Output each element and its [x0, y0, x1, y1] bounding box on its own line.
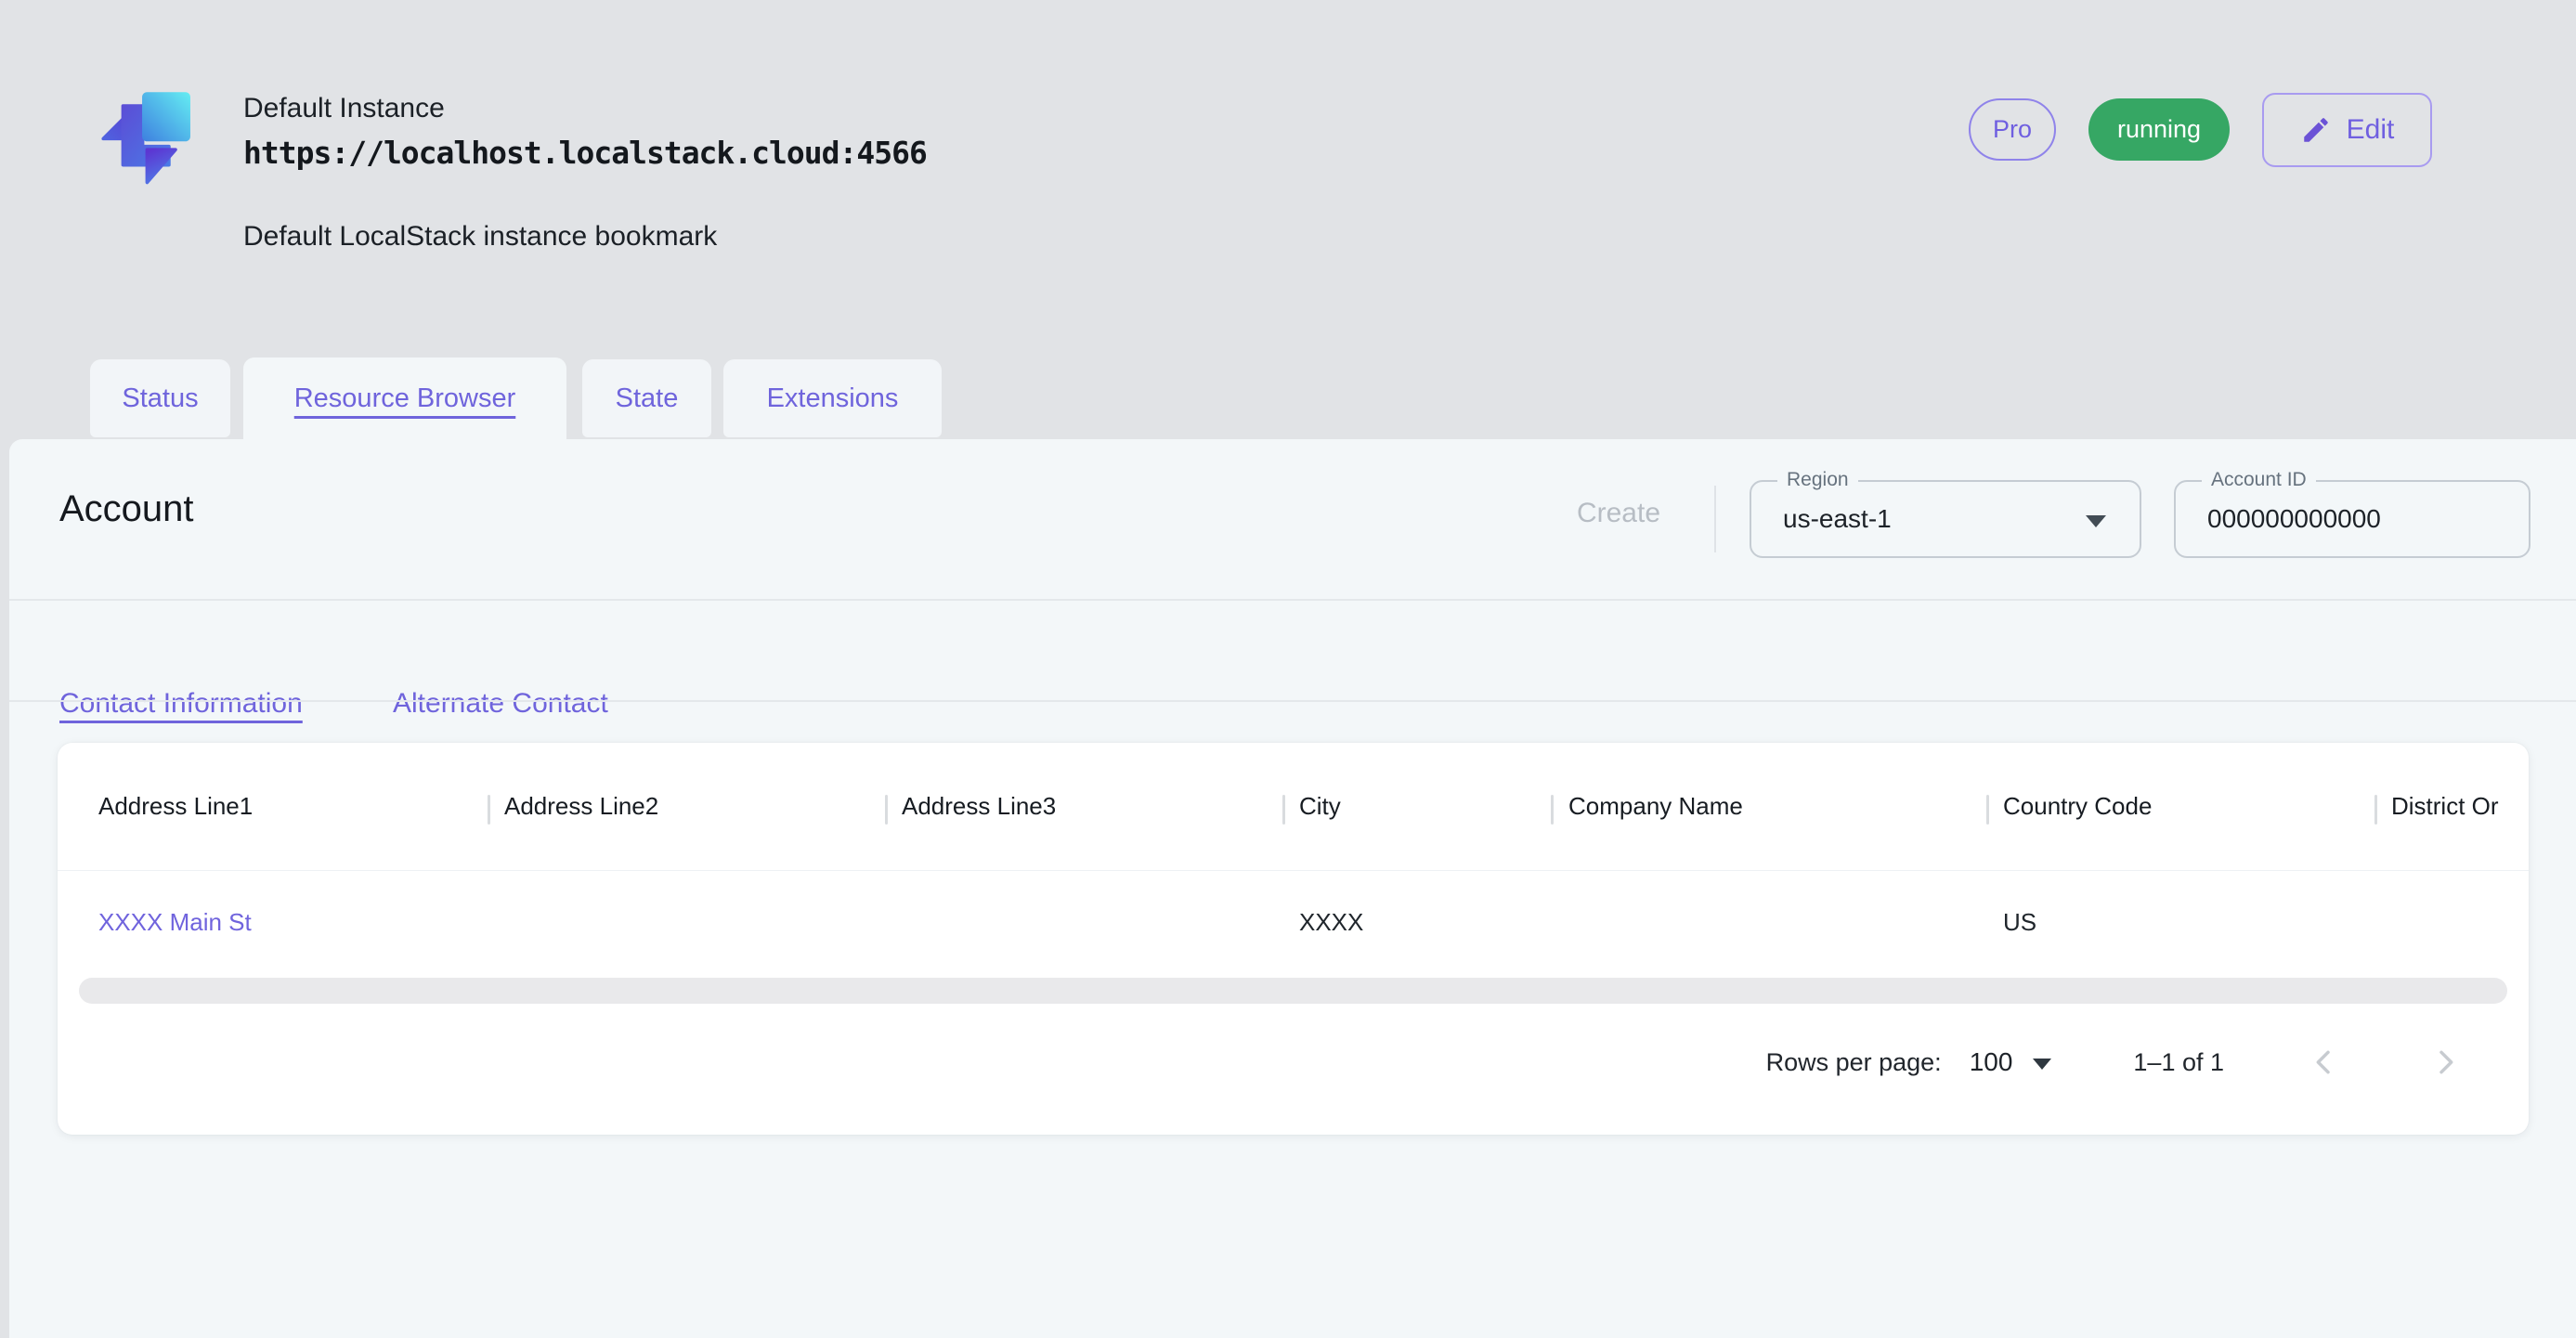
tab-extensions-label: Extensions — [767, 383, 899, 414]
column-separator — [1282, 795, 1285, 825]
next-page-button[interactable] — [2425, 1042, 2465, 1083]
column-header-company-name[interactable]: Company Name — [1568, 743, 1743, 870]
column-header-address-line1[interactable]: Address Line1 — [98, 743, 253, 870]
pagination-bar: Rows per page: 100 1–1 of 1 — [1766, 1036, 2465, 1088]
region-select[interactable]: Region us-east-1 — [1750, 480, 2141, 558]
subtab-alternate-contact[interactable]: Alternate Contact — [393, 688, 608, 720]
column-header-district[interactable]: District Or — [2391, 743, 2499, 870]
page-title: Account — [59, 488, 194, 530]
column-separator — [1551, 795, 1554, 825]
account-id-value: 000000000000 — [2207, 482, 2381, 556]
instance-title: Default Instance — [243, 93, 445, 124]
cell-country-code: US — [2003, 870, 2036, 974]
tab-state[interactable]: State — [582, 359, 711, 437]
column-header-city[interactable]: City — [1299, 743, 1341, 870]
toolbar-divider — [1714, 486, 1716, 552]
tab-resource-browser[interactable]: Resource Browser — [243, 357, 566, 440]
grid-header-row: Address Line1 Address Line2 Address Line… — [58, 743, 2529, 871]
status-badge: running — [2088, 98, 2230, 161]
tab-resource-browser-label: Resource Browser — [294, 383, 516, 414]
resource-browser-panel: Account Create Region us-east-1 Account … — [9, 439, 2576, 1338]
column-separator — [488, 795, 490, 825]
column-separator — [885, 795, 888, 825]
account-id-field[interactable]: Account ID 000000000000 — [2174, 480, 2530, 558]
instance-url: https://localhost.localstack.cloud:4566 — [243, 135, 927, 171]
edit-button[interactable]: Edit — [2262, 93, 2432, 167]
pencil-icon — [2300, 114, 2332, 146]
data-grid-card: Address Line1 Address Line2 Address Line… — [58, 743, 2529, 1135]
subtab-contact-information-label: Contact Information — [59, 688, 303, 719]
column-header-country-code[interactable]: Country Code — [2003, 743, 2152, 870]
cell-address-line1-link[interactable]: XXXX Main St — [98, 870, 252, 974]
column-header-address-line2[interactable]: Address Line2 — [504, 743, 658, 870]
horizontal-scrollbar[interactable] — [79, 978, 2507, 1004]
column-separator — [2374, 795, 2377, 825]
subtab-divider — [9, 700, 2576, 702]
edit-button-label: Edit — [2347, 114, 2395, 146]
chevron-down-icon — [2086, 515, 2106, 527]
previous-page-button[interactable] — [2304, 1042, 2345, 1083]
pagination-range: 1–1 of 1 — [2133, 1048, 2224, 1077]
pro-badge: Pro — [1969, 98, 2056, 161]
subtab-contact-information[interactable]: Contact Information — [59, 688, 303, 720]
tab-state-label: State — [616, 383, 679, 414]
instance-subtitle: Default LocalStack instance bookmark — [243, 221, 717, 253]
pro-badge-label: Pro — [1993, 115, 2032, 144]
rows-per-page-label: Rows per page: — [1766, 1048, 1942, 1077]
rows-per-page-value: 100 — [1970, 1047, 2013, 1077]
column-separator — [1986, 795, 1989, 825]
column-header-address-line3[interactable]: Address Line3 — [902, 743, 1056, 870]
tab-status-label: Status — [122, 383, 198, 414]
section-divider — [9, 599, 2576, 601]
localstack-logo — [90, 82, 200, 191]
tab-status[interactable]: Status — [90, 359, 230, 437]
rows-per-page-select[interactable]: 100 — [1970, 1047, 2052, 1077]
region-select-value: us-east-1 — [1783, 482, 1892, 556]
tab-extensions[interactable]: Extensions — [723, 359, 942, 437]
create-button-label: Create — [1577, 498, 1660, 529]
chevron-down-icon — [2033, 1059, 2051, 1070]
create-button[interactable]: Create — [1568, 480, 1670, 547]
cell-city: XXXX — [1299, 870, 1363, 974]
subtab-alternate-contact-label: Alternate Contact — [393, 688, 608, 719]
status-badge-label: running — [2117, 115, 2201, 144]
